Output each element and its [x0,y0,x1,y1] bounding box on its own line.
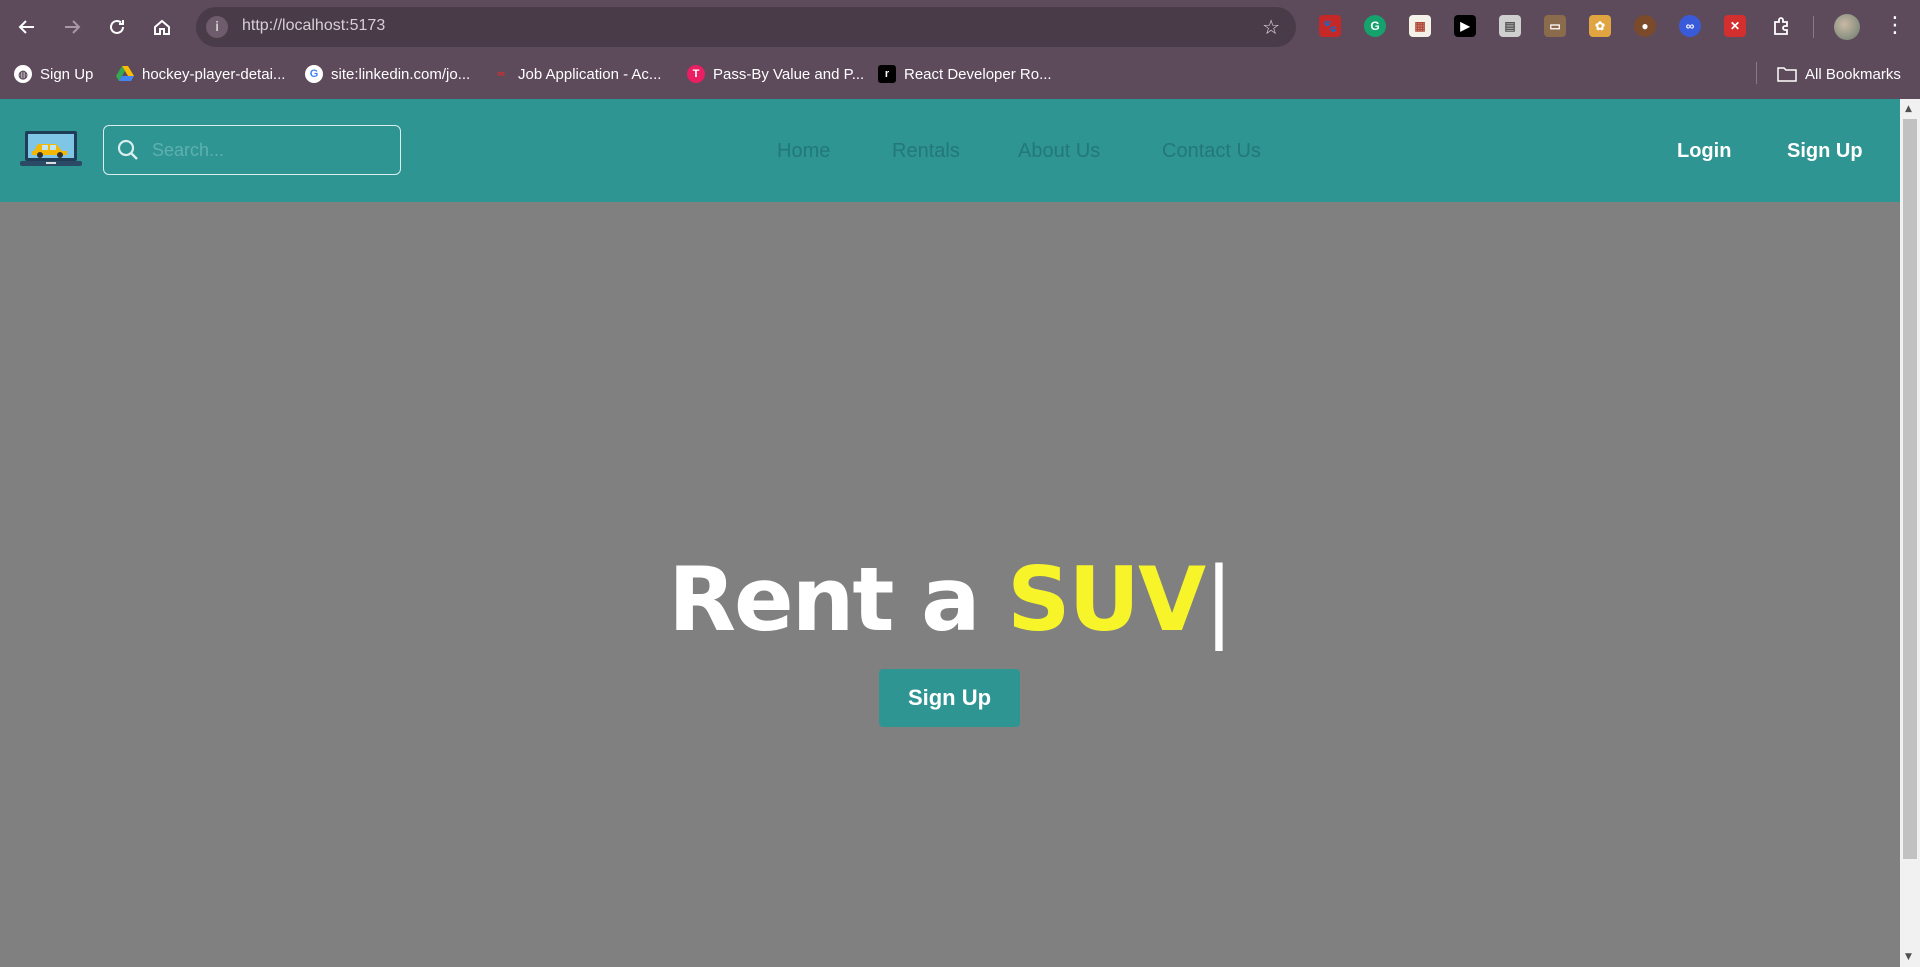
extensions-puzzle-icon[interactable] [1771,15,1793,37]
bookmark-star-icon[interactable]: ☆ [1262,15,1280,39]
url-text[interactable]: http://localhost:5173 [242,17,385,35]
back-button[interactable] [11,11,43,43]
extension-cookie-icon[interactable]: ✿ [1589,15,1611,37]
reload-button[interactable] [101,11,133,43]
bookmarks-bar: ◍ Sign Up hockey-player-detai... G site:… [0,58,1920,88]
page-scrollbar[interactable]: ▲ ▼ [1900,99,1920,967]
bookmark-item[interactable]: ◍ Sign Up [14,63,93,85]
cookie-icon[interactable]: ● [1634,15,1656,37]
arrow-right-icon [65,20,81,34]
hero-title: Rent a SUV| [0,548,1900,651]
hero-signup-button[interactable]: Sign Up [879,669,1020,727]
google-icon: G [305,65,323,83]
forward-button[interactable] [56,11,88,43]
bookmark-item[interactable]: T Pass-By Value and P... [687,63,864,85]
profile-avatar[interactable] [1834,14,1860,40]
browser-toolbar: i http://localhost:5173 ☆ 🐾 G ▦ ▶ ▤ ▭ ✿ … [0,0,1920,54]
reload-icon [110,19,124,34]
login-link[interactable]: Login [1677,140,1731,163]
scroll-thumb[interactable] [1903,119,1917,859]
extension-close-icon[interactable]: ✕ [1724,15,1746,37]
bookmark-item[interactable]: r React Developer Ro... [878,63,1052,85]
menu-kebab-icon[interactable]: ⋮ [1884,13,1906,39]
acme-icon: ∞ [497,68,505,80]
extension-tag-icon[interactable]: ▭ [1544,15,1566,37]
nav-rentals[interactable]: Rentals [892,140,960,163]
bookmark-label: hockey-player-detai... [142,65,286,83]
extension-play-icon[interactable]: ▶ [1454,15,1476,37]
grammarly-icon[interactable]: G [1364,15,1386,37]
bookmark-label: Sign Up [40,65,94,83]
bookmark-label: Job Application - Ac... [518,65,662,83]
folder-icon [1777,67,1797,82]
signup-link[interactable]: Sign Up [1787,140,1863,163]
bookmark-label: Pass-By Value and P... [713,65,865,83]
home-button[interactable] [146,11,178,43]
home-icon [154,19,170,35]
extension-link-icon[interactable]: ∞ [1679,15,1701,37]
globe-icon: ◍ [14,65,32,83]
site-header: Home Rentals About Us Contact Us Login S… [0,99,1900,202]
site-info-icon[interactable]: i [206,16,228,38]
arrow-left-icon [18,20,34,34]
bookmark-label: site:linkedin.com/jo... [331,65,471,83]
all-bookmarks-button[interactable]: All Bookmarks [1777,63,1901,85]
toolbar-divider [1813,16,1814,38]
extension-calendar-icon[interactable]: ▦ [1409,15,1431,37]
bookmark-label: React Developer Ro... [904,65,1052,83]
bookmark-item[interactable]: hockey-player-detai... [116,63,285,85]
nav-contact-us[interactable]: Contact Us [1162,140,1261,163]
google-drive-icon [116,65,134,83]
nav-about-us[interactable]: About Us [1018,140,1100,163]
t-icon: T [687,65,705,83]
search-box[interactable] [103,125,401,175]
search-icon [117,139,138,160]
address-bar[interactable]: i http://localhost:5173 ☆ [196,7,1296,47]
extension-printer-icon[interactable]: ▤ [1499,15,1521,37]
scroll-up-arrow-icon[interactable]: ▲ [1905,104,1915,114]
all-bookmarks-label: All Bookmarks [1805,65,1901,83]
browser-chrome: i http://localhost:5173 ☆ 🐾 G ▦ ▶ ▤ ▭ ✿ … [0,0,1920,99]
roadmap-icon: r [878,65,896,83]
bookmarks-divider [1756,62,1757,84]
nav-home[interactable]: Home [777,140,830,163]
extension-paw-icon[interactable]: 🐾 [1319,15,1341,37]
scroll-down-arrow-icon[interactable]: ▼ [1905,952,1915,962]
bookmark-item[interactable]: ∞ Job Application - Ac... [492,63,661,85]
bookmark-item[interactable]: G site:linkedin.com/jo... [305,63,470,85]
hero-title-highlight: SUV [1007,548,1206,651]
car-rental-logo[interactable] [20,129,82,169]
search-input[interactable] [152,136,382,164]
hero-title-prefix: Rent a [668,548,1008,651]
typing-cursor: | [1204,548,1234,651]
